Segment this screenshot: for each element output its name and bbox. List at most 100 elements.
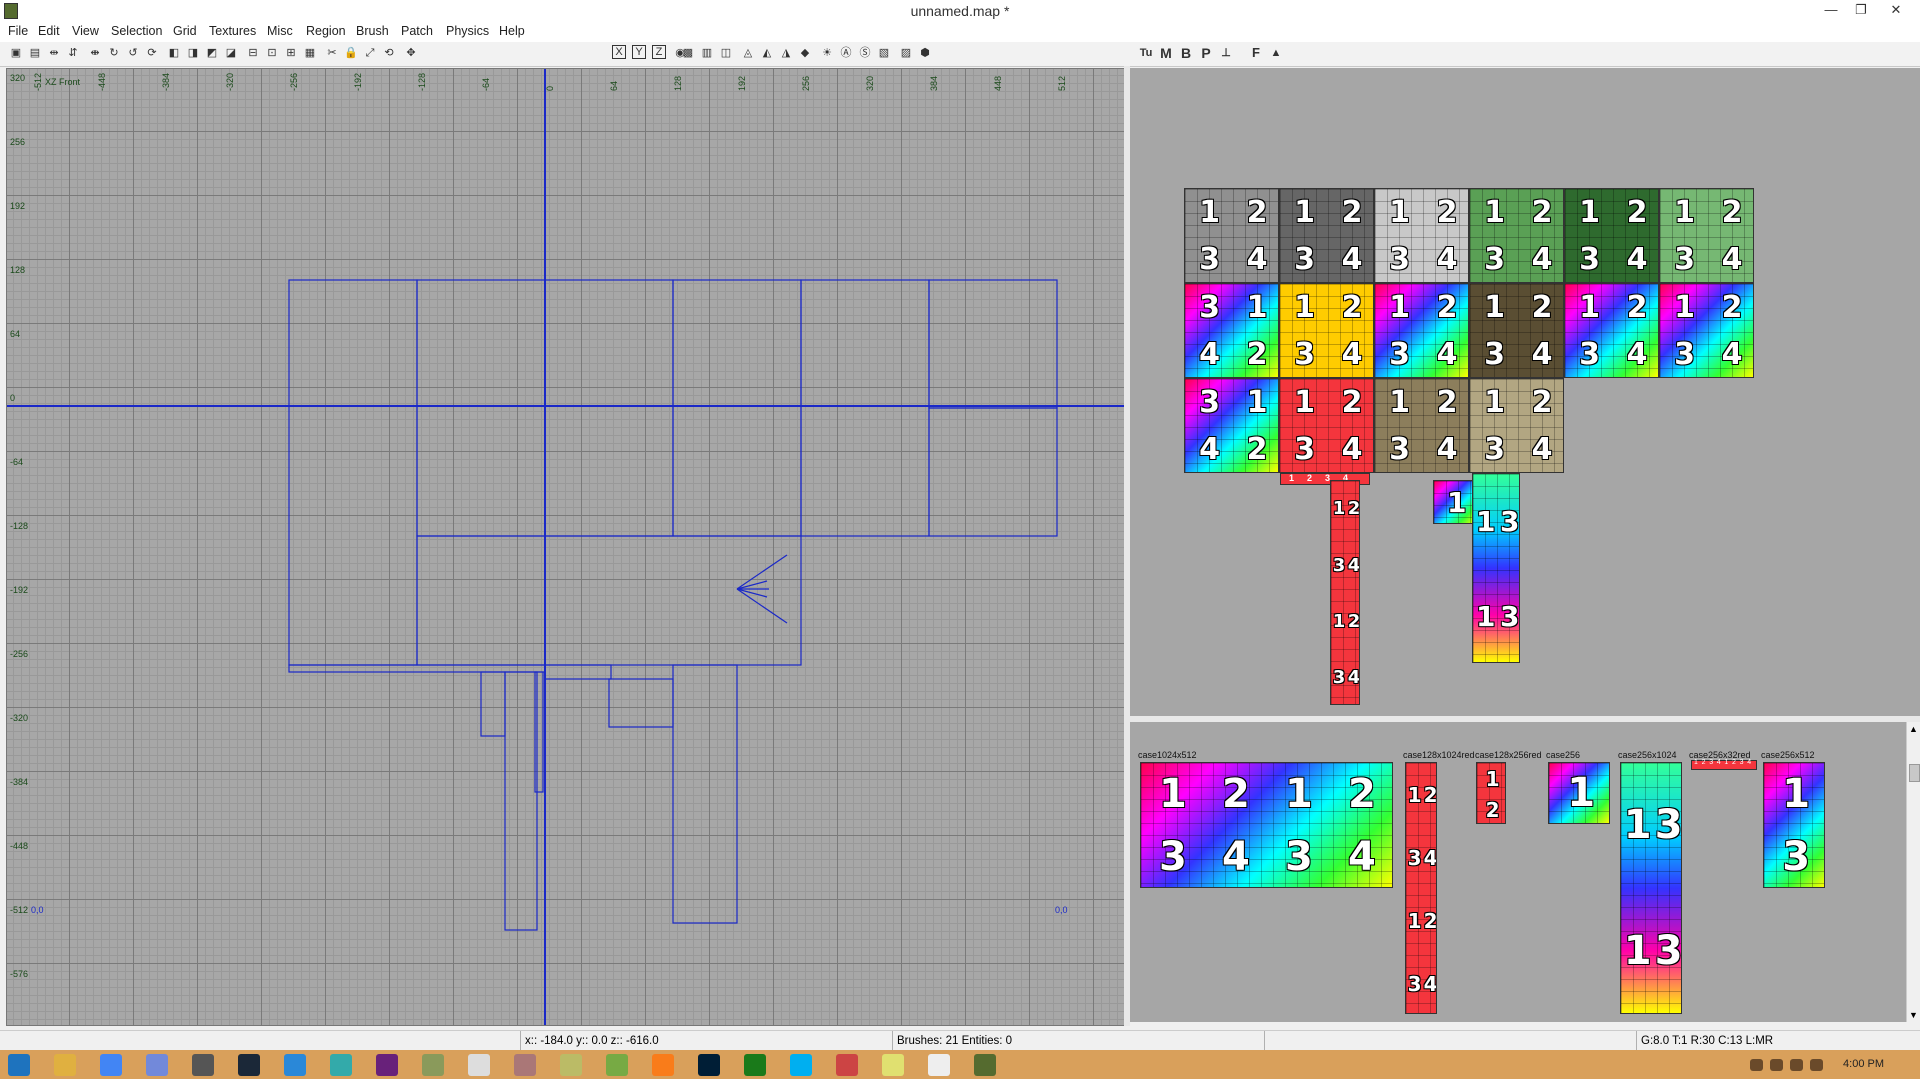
terrain-button[interactable]: ▲ bbox=[1268, 45, 1284, 61]
doc-icon[interactable] bbox=[928, 1054, 950, 1076]
visual-studio-icon[interactable] bbox=[376, 1054, 398, 1076]
flip-y-icon[interactable]: ⇵ bbox=[65, 45, 81, 61]
radiant-icon[interactable] bbox=[422, 1054, 444, 1076]
menu-selection[interactable]: Selection bbox=[111, 24, 162, 38]
file-explorer-icon[interactable] bbox=[54, 1054, 76, 1076]
tile-number: 2 bbox=[1721, 289, 1743, 325]
menu-physics[interactable]: Physics bbox=[446, 24, 489, 38]
chrome-icon[interactable] bbox=[100, 1054, 122, 1076]
headset-icon[interactable] bbox=[836, 1054, 858, 1076]
close-button[interactable]: ✕ bbox=[1876, 0, 1916, 20]
flip-x-icon[interactable]: ⇹ bbox=[46, 45, 62, 61]
minimize-button[interactable]: — bbox=[1816, 0, 1846, 20]
app-icon[interactable] bbox=[284, 1054, 306, 1076]
photoshop-icon[interactable] bbox=[698, 1054, 720, 1076]
menu-view[interactable]: View bbox=[72, 24, 99, 38]
tile-number: 4 bbox=[1341, 432, 1363, 468]
csg-merge-icon[interactable]: ⊞ bbox=[283, 45, 299, 61]
filter-icon[interactable]: ▥ bbox=[699, 45, 715, 61]
volume-icon[interactable] bbox=[1810, 1059, 1823, 1071]
monochrome-icon[interactable]: ▨ bbox=[898, 45, 914, 61]
restore-button[interactable]: ❐ bbox=[1846, 0, 1876, 20]
select-touching-icon[interactable]: ◨ bbox=[185, 45, 201, 61]
texture-case256x32red[interactable]: 12341234 bbox=[1691, 759, 1757, 770]
flag-icon[interactable] bbox=[1750, 1059, 1763, 1071]
drag-icon[interactable]: ✥ bbox=[403, 45, 419, 61]
texture-case1024x512[interactable]: 12123434 bbox=[1140, 762, 1393, 888]
tile-number: 4 bbox=[1721, 242, 1743, 278]
tu-button[interactable]: Tu bbox=[1138, 45, 1154, 61]
patch-icon[interactable]: ◫ bbox=[718, 45, 734, 61]
clipper-icon[interactable]: ✂ bbox=[324, 45, 340, 61]
texture-scrollbar[interactable]: ▲ ▼ bbox=[1906, 722, 1920, 1022]
patch-bend-icon[interactable]: ◬ bbox=[740, 45, 756, 61]
floor-button[interactable]: ⊥ bbox=[1218, 45, 1234, 61]
make-room-icon[interactable]: ▦ bbox=[302, 45, 318, 61]
view-x-icon[interactable]: X bbox=[612, 45, 626, 59]
p-button[interactable]: P bbox=[1198, 45, 1214, 61]
mail-icon[interactable] bbox=[1770, 1059, 1783, 1071]
select-partial-tall-icon[interactable]: ◩ bbox=[204, 45, 220, 61]
f-button[interactable]: F bbox=[1248, 45, 1264, 61]
m-button[interactable]: M bbox=[1158, 45, 1174, 61]
camera-view[interactable]: 1234123412341234123412343142123412341234… bbox=[1130, 68, 1920, 718]
menu-patch[interactable]: Patch bbox=[401, 24, 433, 38]
flip-z-icon[interactable]: ⇼ bbox=[87, 45, 103, 61]
menu-grid[interactable]: Grid bbox=[173, 24, 197, 38]
view-y-icon[interactable]: Y bbox=[632, 45, 646, 59]
menu-file[interactable]: File bbox=[8, 24, 28, 38]
scroll-down-arrow[interactable]: ▼ bbox=[1909, 1010, 1918, 1020]
region-icon[interactable]: ▧ bbox=[876, 45, 892, 61]
steam-icon[interactable] bbox=[238, 1054, 260, 1076]
csg-subtract-icon[interactable]: ⊟ bbox=[245, 45, 261, 61]
menu-region[interactable]: Region bbox=[306, 24, 346, 38]
scroll-thumb[interactable] bbox=[1909, 764, 1920, 782]
rotate-icon[interactable]: ⟲ bbox=[381, 45, 397, 61]
app-icon-4[interactable] bbox=[560, 1054, 582, 1076]
b-button[interactable]: B bbox=[1178, 45, 1194, 61]
save-icon[interactable]: ▤ bbox=[27, 45, 43, 61]
rotate-y-icon[interactable]: ↺ bbox=[125, 45, 141, 61]
texture-lock-icon[interactable]: 🔒 bbox=[343, 45, 359, 61]
app-icon-3[interactable] bbox=[514, 1054, 536, 1076]
game-icon[interactable] bbox=[192, 1054, 214, 1076]
shader-icon[interactable]: Ⓢ bbox=[857, 45, 873, 61]
tile-number: 4 bbox=[1246, 242, 1268, 278]
radiant-active-icon[interactable] bbox=[974, 1054, 996, 1076]
show-names-icon[interactable]: Ⓐ bbox=[838, 45, 854, 61]
menu-textures[interactable]: Textures bbox=[209, 24, 256, 38]
rotate-x-icon[interactable]: ↻ bbox=[106, 45, 122, 61]
start-icon[interactable] bbox=[8, 1054, 30, 1076]
texture-browser[interactable]: case1024x512 case128x1024red case128x256… bbox=[1130, 722, 1920, 1022]
discord-icon[interactable] bbox=[146, 1054, 168, 1076]
app-icon-2[interactable] bbox=[330, 1054, 352, 1076]
xz-grid-view[interactable]: XZ Front -512 -448 -384 -320 -256 -192 -128 -64… bbox=[6, 68, 1126, 1026]
notepad-icon[interactable] bbox=[468, 1054, 490, 1076]
patch-insert-icon[interactable]: ◭ bbox=[759, 45, 775, 61]
menu-edit[interactable]: Edit bbox=[38, 24, 60, 38]
menu-help[interactable]: Help bbox=[499, 24, 525, 38]
cubic-clip-icon[interactable]: ▩ bbox=[680, 45, 696, 61]
notes-icon[interactable] bbox=[882, 1054, 904, 1076]
open-icon[interactable]: ▣ bbox=[8, 45, 24, 61]
select-complete-tall-icon[interactable]: ◧ bbox=[166, 45, 182, 61]
tile-number: 4 bbox=[1531, 242, 1553, 278]
scroll-up-arrow[interactable]: ▲ bbox=[1909, 724, 1918, 734]
plugin-icon[interactable]: ⬢ bbox=[917, 45, 933, 61]
entity-icon[interactable]: ◆ bbox=[797, 45, 813, 61]
select-inside-icon[interactable]: ◪ bbox=[223, 45, 239, 61]
scale-icon[interactable]: ⤢ bbox=[362, 45, 378, 61]
sublime-icon[interactable] bbox=[652, 1054, 674, 1076]
vim-icon[interactable] bbox=[744, 1054, 766, 1076]
network-icon[interactable] bbox=[1790, 1059, 1803, 1071]
clock[interactable]: 4:00 PM bbox=[1843, 1058, 1884, 1070]
csg-hollow-icon[interactable]: ⊡ bbox=[264, 45, 280, 61]
menu-misc[interactable]: Misc bbox=[267, 24, 293, 38]
patch-inspect-icon[interactable]: ◮ bbox=[778, 45, 794, 61]
light-icon[interactable]: ☀ bbox=[819, 45, 835, 61]
rotate-z-icon[interactable]: ⟳ bbox=[144, 45, 160, 61]
menu-brush[interactable]: Brush bbox=[356, 24, 389, 38]
skype-icon[interactable] bbox=[790, 1054, 812, 1076]
view-z-icon[interactable]: Z bbox=[652, 45, 666, 59]
app-icon-5[interactable] bbox=[606, 1054, 628, 1076]
